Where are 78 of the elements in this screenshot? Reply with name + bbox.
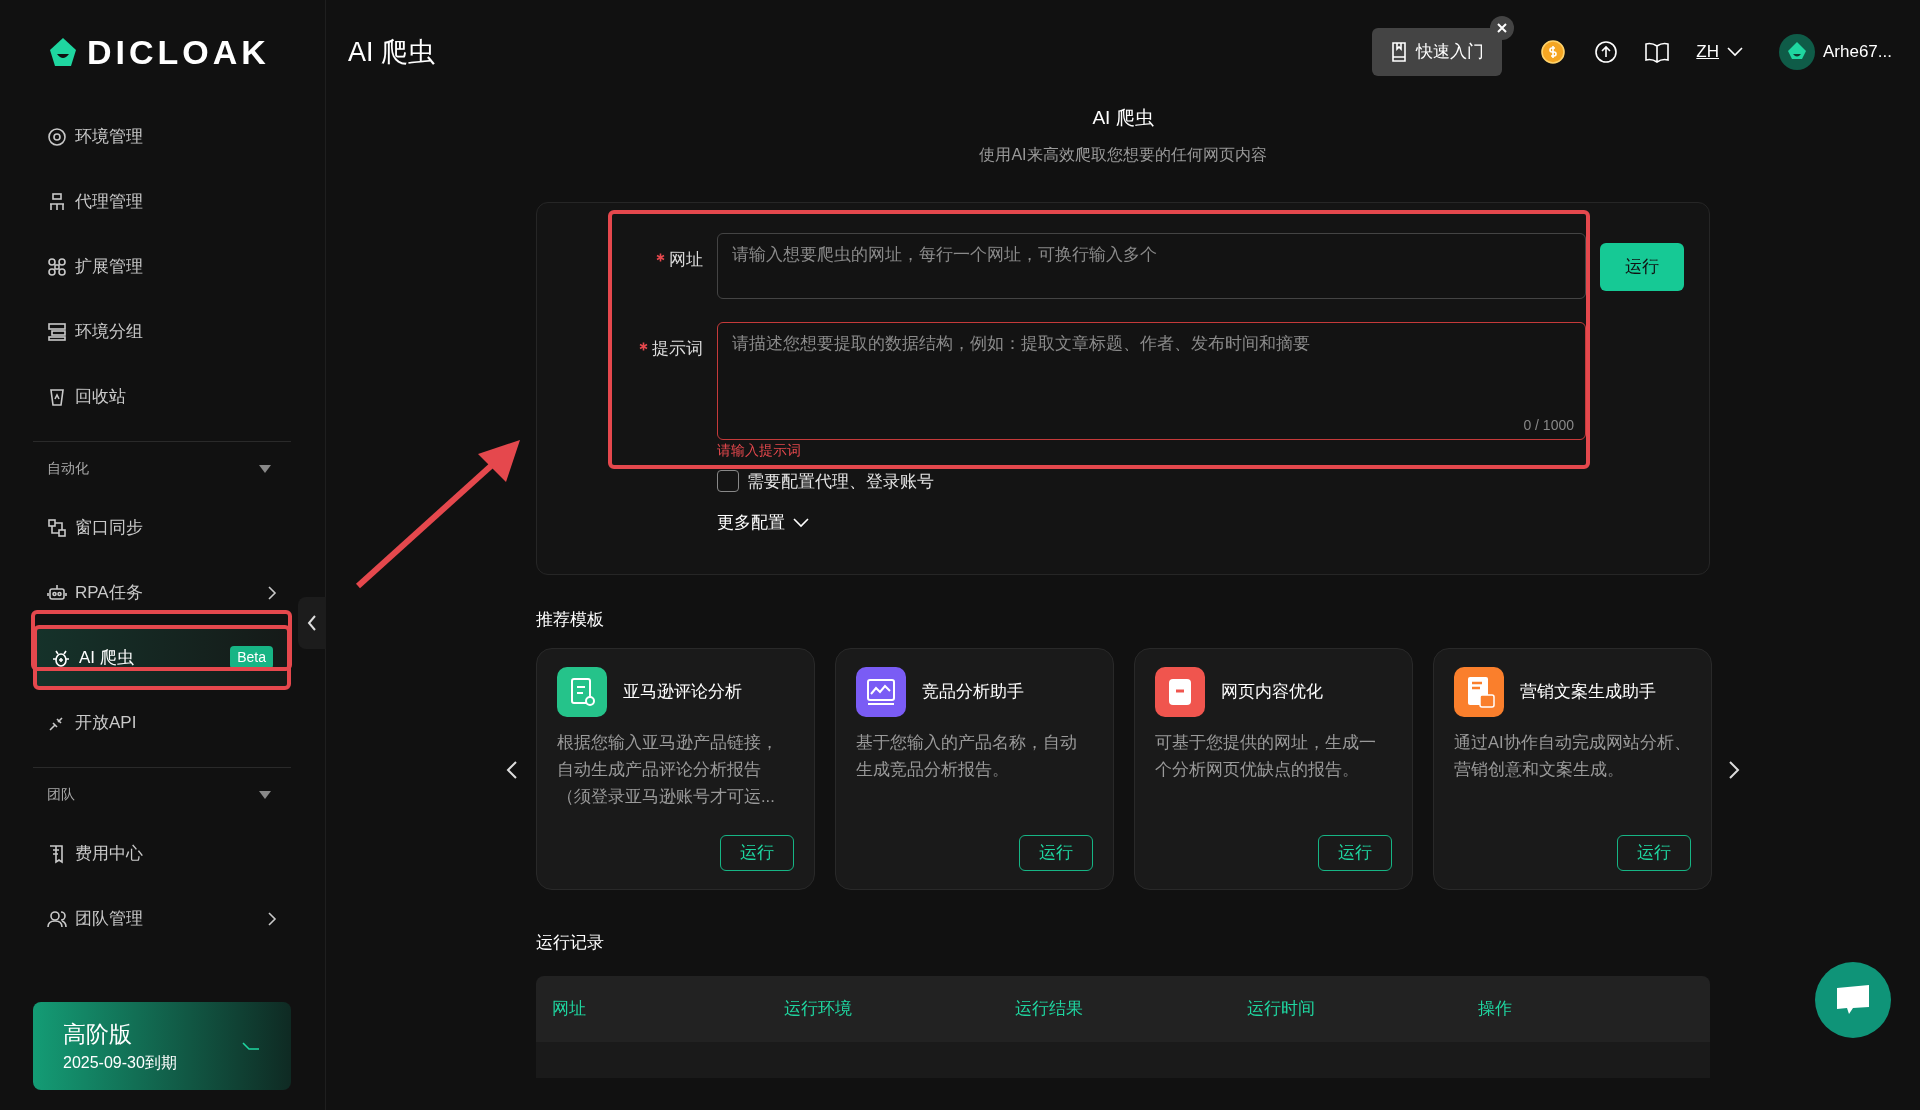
quick-start-button[interactable]: 快速入门 bbox=[1372, 28, 1503, 76]
logo-icon bbox=[47, 36, 79, 68]
section-label: 自动化 bbox=[47, 459, 89, 478]
sidebar-item[interactable]: 开放API bbox=[33, 690, 291, 755]
sidebar-item[interactable]: RPA任务 bbox=[33, 560, 291, 625]
sidebar-item[interactable]: 窗口同步 bbox=[33, 495, 291, 560]
sidebar-item[interactable]: AI 爬虫 Beta bbox=[33, 625, 291, 690]
menu-icon bbox=[47, 582, 67, 603]
menu-icon bbox=[47, 517, 67, 538]
close-icon bbox=[1497, 23, 1508, 33]
chevron-left-icon bbox=[307, 614, 317, 632]
column-header: 操作 bbox=[1478, 997, 1514, 1020]
page-title: AI 爬虫 bbox=[348, 35, 435, 69]
run-button[interactable]: 运行 bbox=[1600, 242, 1684, 291]
template-title: 营销文案生成助手 bbox=[1520, 681, 1656, 704]
chevron-right-icon bbox=[1728, 759, 1740, 780]
template-description: 通过AI协作自动完成网站分析、营销创意和文案生成。 bbox=[1454, 732, 1691, 780]
plan-expiry: 2025-09-30到期 bbox=[63, 1053, 177, 1074]
template-description: 基于您输入的产品名称，自动生成竞品分析报告。 bbox=[856, 732, 1078, 780]
book-icon[interactable] bbox=[1644, 41, 1671, 63]
plan-name: 高阶版 bbox=[63, 1019, 133, 1049]
logo-text: DICLOAK bbox=[87, 31, 270, 73]
collapse-button[interactable] bbox=[298, 597, 326, 649]
section-title: AI 爬虫 bbox=[1091, 106, 1155, 130]
sidebar-item[interactable]: 环境分组 bbox=[33, 299, 291, 364]
sidebar-item[interactable]: 扩展管理 bbox=[33, 234, 291, 299]
column-header: 运行时间 bbox=[1246, 997, 1316, 1020]
user-name: Arhe67... bbox=[1823, 41, 1892, 64]
section-subtitle: 使用AI来高效爬取您想要的任何网页内容 bbox=[978, 144, 1268, 165]
menu-icon bbox=[47, 321, 67, 342]
column-header: 运行结果 bbox=[1015, 997, 1085, 1020]
template-card[interactable]: 亚马逊评论分析 根据您输入亚马逊产品链接，自动生成产品评论分析报告（须登录亚马逊账号才可运... 运行 bbox=[536, 648, 815, 890]
template-title: 亚马逊评论分析 bbox=[623, 681, 742, 704]
more-settings-link[interactable]: 更多配置 bbox=[717, 510, 785, 536]
sidebar-section[interactable]: 自动化 bbox=[33, 441, 291, 495]
character-counter: 0 / 1000 bbox=[1523, 415, 1574, 435]
chevron-down-icon bbox=[793, 517, 809, 528]
field-label: 网址 bbox=[669, 248, 703, 271]
template-card[interactable]: 竞品分析助手 基于您输入的产品名称，自动生成竞品分析报告。 运行 bbox=[835, 648, 1114, 890]
book-icon bbox=[1390, 41, 1409, 63]
template-card[interactable]: 网页内容优化 可基于您提供的网址，生成一个分析网页优缺点的报告。 运行 bbox=[1134, 648, 1413, 890]
language-selector[interactable]: ZH bbox=[1696, 39, 1719, 65]
run-button[interactable]: 运行 bbox=[1019, 835, 1093, 871]
plan-card[interactable]: 高阶版 2025-09-30到期 bbox=[33, 1002, 291, 1090]
sidebar-item[interactable]: 费用中心 bbox=[33, 821, 291, 886]
sidebar-item[interactable]: 代理管理 bbox=[33, 169, 291, 234]
menu-icon bbox=[47, 908, 67, 929]
column-header: 网址 bbox=[552, 997, 587, 1020]
checkbox[interactable] bbox=[717, 470, 739, 493]
checkbox-label: 需要配置代理、登录账号 bbox=[747, 470, 934, 493]
sidebar-item[interactable]: 团队管理 bbox=[33, 886, 291, 951]
run-button[interactable]: 运行 bbox=[1617, 835, 1691, 871]
template-card[interactable]: 营销文案生成助手 通过AI协作自动完成网站分析、营销创意和文案生成。 运行 bbox=[1433, 648, 1712, 890]
chevron-left-icon bbox=[506, 759, 518, 780]
section-heading: 推荐模板 bbox=[536, 608, 605, 631]
menu-icon bbox=[47, 191, 67, 212]
field-label: 提示词 bbox=[652, 337, 703, 360]
beta-badge: Beta bbox=[230, 646, 273, 669]
error-message: 请输入提示词 bbox=[717, 440, 802, 460]
run-button[interactable]: 运行 bbox=[720, 835, 794, 871]
template-title: 竞品分析助手 bbox=[922, 681, 1024, 704]
sidebar-item[interactable]: 回收站 bbox=[33, 364, 291, 429]
avatar-icon[interactable] bbox=[1779, 34, 1815, 70]
template-title: 网页内容优化 bbox=[1221, 681, 1323, 704]
menu-icon bbox=[47, 386, 67, 407]
chevron-down-icon bbox=[1727, 47, 1743, 57]
template-description: 根据您输入亚马逊产品链接，自动生成产品评论分析报告（须登录亚马逊账号才可运... bbox=[557, 732, 779, 807]
menu-icon bbox=[47, 126, 67, 147]
sidebar-section[interactable]: 团队 bbox=[33, 767, 291, 821]
template-description: 可基于您提供的网址，生成一个分析网页优缺点的报告。 bbox=[1155, 732, 1377, 780]
run-button[interactable]: 运行 bbox=[1318, 835, 1392, 871]
section-label: 团队 bbox=[47, 785, 75, 804]
sidebar-item[interactable]: 环境管理 bbox=[33, 104, 291, 169]
column-header: 运行环境 bbox=[783, 997, 853, 1020]
section-heading: 运行记录 bbox=[536, 932, 605, 954]
menu-icon bbox=[47, 256, 67, 277]
upload-icon[interactable] bbox=[1594, 40, 1619, 64]
url-field[interactable]: 请输入想要爬虫的网址，每行一个网址，可换行输入多个 bbox=[717, 232, 1586, 299]
